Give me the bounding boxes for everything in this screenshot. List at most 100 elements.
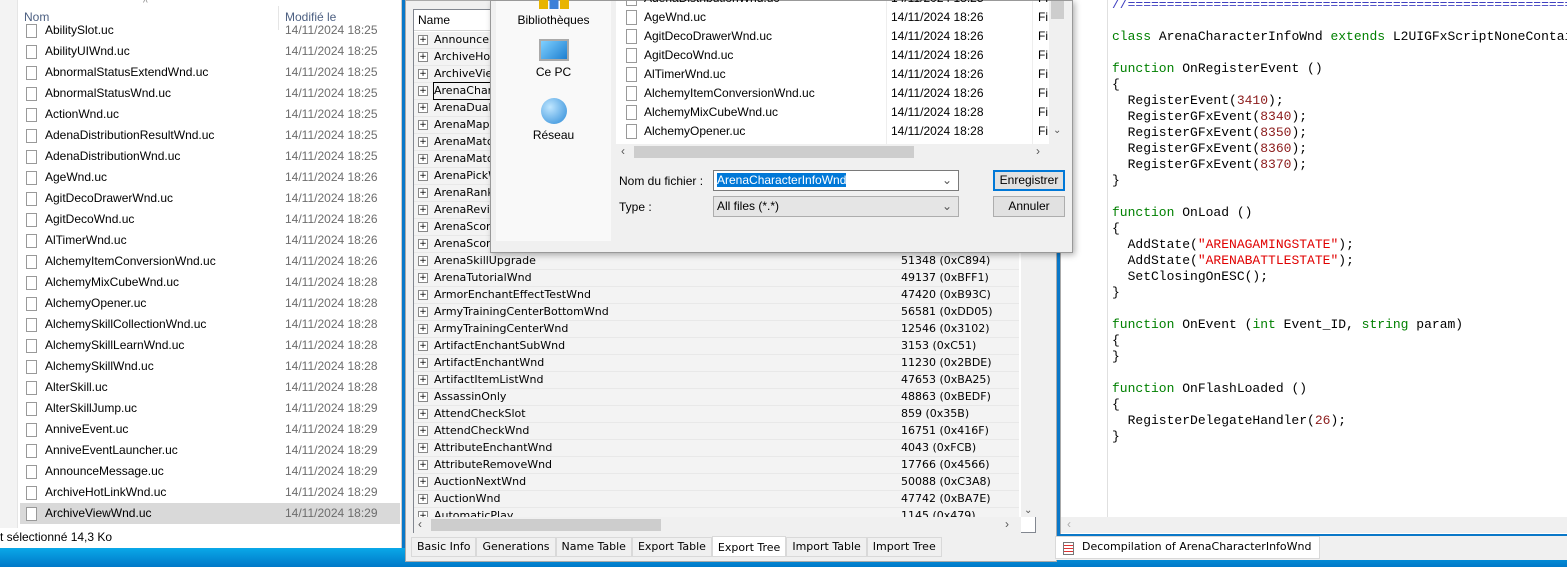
expand-plus-icon[interactable]: + [418,358,428,368]
expand-plus-icon[interactable]: + [418,392,428,402]
expand-plus-icon[interactable]: + [418,375,428,385]
tab-decompilation[interactable]: Decompilation of ArenaCharacterInfoWnd [1055,536,1321,559]
horizontal-scrollbar[interactable]: ‹ › [616,144,1049,160]
file-row[interactable]: AbnormalStatusExtendWnd.uc 14/11/2024 18:… [20,62,400,83]
file-row[interactable]: AgitDecoDrawerWnd.uc 14/11/2024 18:26 [20,188,400,209]
tree-row[interactable]: + AttributeEnchantWnd 4043 (0xFCB) [414,440,1019,457]
expand-plus-icon[interactable]: + [418,239,428,249]
expand-plus-icon[interactable]: + [418,222,428,232]
file-row[interactable]: ActionWnd.uc 14/11/2024 18:25 [20,104,400,125]
expand-plus-icon[interactable]: + [418,35,428,45]
expand-plus-icon[interactable]: + [418,409,428,419]
expand-plus-icon[interactable]: + [418,86,428,96]
chevron-down-icon[interactable]: ⌄ [1053,125,1061,136]
expand-plus-icon[interactable]: + [418,103,428,113]
expand-plus-icon[interactable]: + [418,171,428,181]
expand-plus-icon[interactable]: + [418,273,428,283]
file-row[interactable]: AnnounceMessage.uc 14/11/2024 18:29 [20,461,400,482]
file-row[interactable]: AbnormalStatusWnd.uc 14/11/2024 18:25 [20,83,400,104]
file-row[interactable]: AbilityUIWnd.uc 14/11/2024 18:25 [20,41,400,62]
dialog-file-row[interactable]: AlchemyMixCubeWnd.uc 14/11/2024 18:28 Fi [616,103,1049,122]
expand-plus-icon[interactable]: + [418,477,428,487]
tree-row[interactable]: + ArtifactEnchantSubWnd 3153 (0xC51) [414,338,1019,355]
tree-row[interactable]: + ArenaSkillUpgrade 51348 (0xC894) [414,253,1019,270]
dialog-file-row[interactable]: AgeWnd.uc 14/11/2024 18:26 Fi [616,8,1049,27]
vertical-scrollbar[interactable]: ⌄ [1049,1,1066,144]
file-row[interactable]: AlchemyItemConversionWnd.uc 14/11/2024 18… [20,251,400,272]
tree-row[interactable]: + AttributeRemoveWnd 17766 (0x4566) [414,457,1019,474]
file-row[interactable]: AlchemySkillWnd.uc 14/11/2024 18:28 [20,356,400,377]
file-row[interactable]: AlchemySkillLearnWnd.uc 14/11/2024 18:28 [20,335,400,356]
dialog-file-row[interactable]: AlTimerWnd.uc 14/11/2024 18:26 Fi [616,65,1049,84]
tab-export-table[interactable]: Export Table [631,537,712,557]
dialog-file-row[interactable]: AdenaDistributionWnd.uc 14/11/2024 18:25 F… [616,0,1049,8]
expand-plus-icon[interactable]: + [418,290,428,300]
file-row[interactable]: AlchemySkillCollectionWnd.uc 14/11/2024 1… [20,314,400,335]
expand-plus-icon[interactable]: + [418,307,428,317]
filename-input[interactable]: ArenaCharacterInfoWnd ⌄ [713,170,959,191]
tree-row[interactable]: + AttendCheckSlot 859 (0x35B) [414,406,1019,423]
tab-import-tree[interactable]: Import Tree [866,537,942,557]
horizontal-scrollbar[interactable]: ‹ [1061,517,1567,533]
expand-plus-icon[interactable]: + [418,341,428,351]
expand-plus-icon[interactable]: + [418,154,428,164]
dialog-file-row[interactable]: AgitDecoDrawerWnd.uc 14/11/2024 18:26 Fi [616,27,1049,46]
file-row[interactable]: AlTimerWnd.uc 14/11/2024 18:26 [20,230,400,251]
chevron-left-icon[interactable]: ‹ [621,144,625,158]
expand-plus-icon[interactable]: + [418,426,428,436]
tree-row[interactable]: + AttendCheckWnd 16751 (0x416F) [414,423,1019,440]
file-row[interactable]: ArchiveHotLinkWnd.uc 14/11/2024 18:29 [20,482,400,503]
expand-plus-icon[interactable]: + [418,443,428,453]
horizontal-scrollbar[interactable]: ‹ › [414,517,1021,533]
tree-row[interactable]: + AssassinOnly 48863 (0xBEDF) [414,389,1019,406]
nav-libraries[interactable]: Bibliothèques [496,0,611,27]
tab-import-table[interactable]: Import Table [786,537,867,557]
tab-generations[interactable]: Generations [476,537,556,557]
chevron-down-icon[interactable]: ⌄ [942,173,952,187]
dialog-file-row[interactable]: AlchemyOpener.uc 14/11/2024 18:28 Fi [616,122,1049,141]
expand-plus-icon[interactable]: + [418,120,428,130]
expand-plus-icon[interactable]: + [418,256,428,266]
code-editor[interactable]: //======================================… [1112,0,1567,445]
tree-row[interactable]: + AuctionNextWnd 50088 (0xC3A8) [414,474,1019,491]
file-row[interactable]: AgitDecoWnd.uc 14/11/2024 18:26 [20,209,400,230]
tree-row[interactable]: + ArenaTutorialWnd 49137 (0xBFF1) [414,270,1019,287]
file-row[interactable]: AnniveEvent.uc 14/11/2024 18:29 [20,419,400,440]
file-type-select[interactable]: All files (*.*) ⌄ [713,196,959,217]
nav-network[interactable]: Réseau [496,98,611,142]
file-row[interactable]: AnniveEventLauncher.uc 14/11/2024 18:29 [20,440,400,461]
chevron-down-icon[interactable]: ⌄ [942,199,952,213]
file-row[interactable]: AdenaDistributionWnd.uc 14/11/2024 18:25 [20,146,400,167]
expand-plus-icon[interactable]: + [418,460,428,470]
tree-row[interactable]: + ArtifactEnchantWnd 11230 (0x2BDE) [414,355,1019,372]
expand-plus-icon[interactable]: + [418,188,428,198]
file-row[interactable]: ArchiveViewWnd.uc 14/11/2024 18:29 [20,503,400,524]
tab-export-tree[interactable]: Export Tree [711,536,787,557]
chevron-right-icon[interactable]: › [1005,517,1009,531]
tree-row[interactable]: + ArtifactItemListWnd 47653 (0xBA25) [414,372,1019,389]
expand-plus-icon[interactable]: + [418,137,428,147]
expand-plus-icon[interactable]: + [418,494,428,504]
scrollbar-thumb[interactable] [431,519,661,531]
save-button[interactable]: Enregistrer [993,170,1065,191]
chevron-left-icon[interactable]: ‹ [1067,517,1071,531]
file-row[interactable]: AdenaDistributionResultWnd.uc 14/11/2024 … [20,125,400,146]
dialog-file-row[interactable]: AgitDecoWnd.uc 14/11/2024 18:26 Fi [616,46,1049,65]
tab-basic-info[interactable]: Basic Info [411,537,477,557]
expand-plus-icon[interactable]: + [418,205,428,215]
scrollbar-thumb[interactable] [634,146,914,158]
chevron-down-icon[interactable]: ⌄ [1024,505,1032,516]
chevron-left-icon[interactable]: ‹ [418,517,422,531]
expand-plus-icon[interactable]: + [418,324,428,334]
tab-name-table[interactable]: Name Table [555,537,632,557]
expand-plus-icon[interactable]: + [418,52,428,62]
cancel-button[interactable]: Annuler [993,196,1065,217]
nav-this-pc[interactable]: Ce PC [496,39,611,79]
file-row[interactable]: AgeWnd.uc 14/11/2024 18:26 [20,167,400,188]
file-row[interactable]: AlterSkill.uc 14/11/2024 18:28 [20,377,400,398]
chevron-right-icon[interactable]: › [1036,144,1040,158]
scrollbar-thumb[interactable] [1051,1,1064,19]
tree-row[interactable]: + ArmyTrainingCenterWnd 12546 (0x3102) [414,321,1019,338]
file-row[interactable]: AlterSkillJump.uc 14/11/2024 18:29 [20,398,400,419]
tree-row[interactable]: + ArmorEnchantEffectTestWnd 47420 (0xB93C) [414,287,1019,304]
